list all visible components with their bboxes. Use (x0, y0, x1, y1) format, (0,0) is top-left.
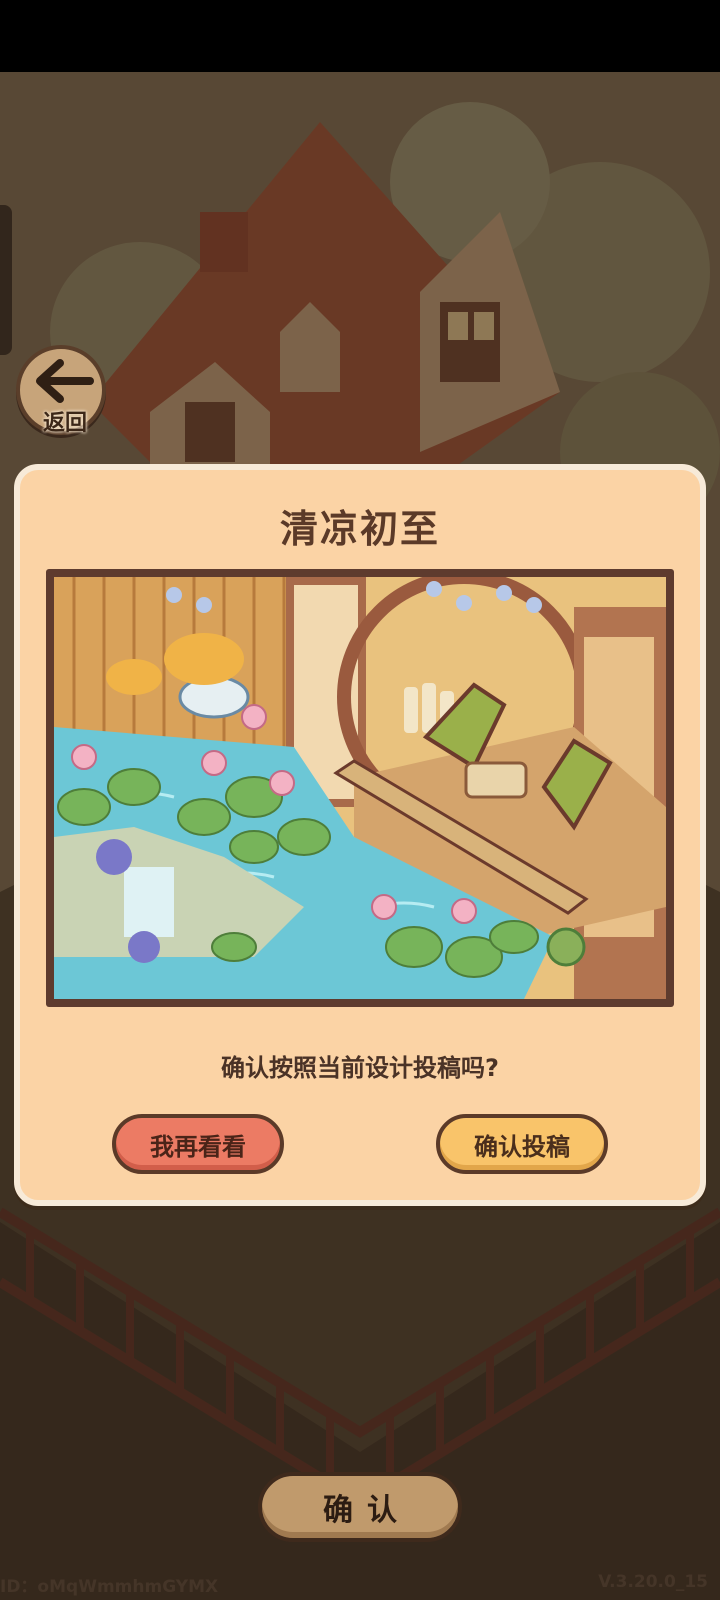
design-preview-image (54, 577, 666, 999)
version-label: V.3.20.0_15 (598, 1572, 708, 1592)
back-button[interactable]: 返回 (16, 345, 106, 436)
confirm-submit-button[interactable]: 确认投稿 (436, 1114, 608, 1174)
left-arrow-icon (36, 359, 94, 403)
submit-confirm-dialog: 清凉初至 确认按照当前设计投稿吗? 我再看看 确认投稿 (14, 464, 706, 1206)
game-screen: 返回 清凉初至 确认按照当前设计投稿吗? 我再看看 确认投稿 确认 ID：oMq… (0, 0, 720, 1600)
status-bar (0, 0, 720, 72)
dialog-title: 清凉初至 (279, 507, 440, 551)
back-label: 返回 (42, 411, 87, 436)
cancel-button[interactable]: 我再看看 (112, 1114, 284, 1174)
bottom-confirm-button[interactable]: 确认 (258, 1472, 462, 1542)
design-preview-frame (46, 569, 674, 1007)
side-panel-handle[interactable] (0, 205, 12, 355)
confirm-question: 确认按照当前设计投稿吗? (221, 1054, 499, 1082)
player-id-label: ID：oMqWmmhmGYMX (0, 1577, 219, 1597)
